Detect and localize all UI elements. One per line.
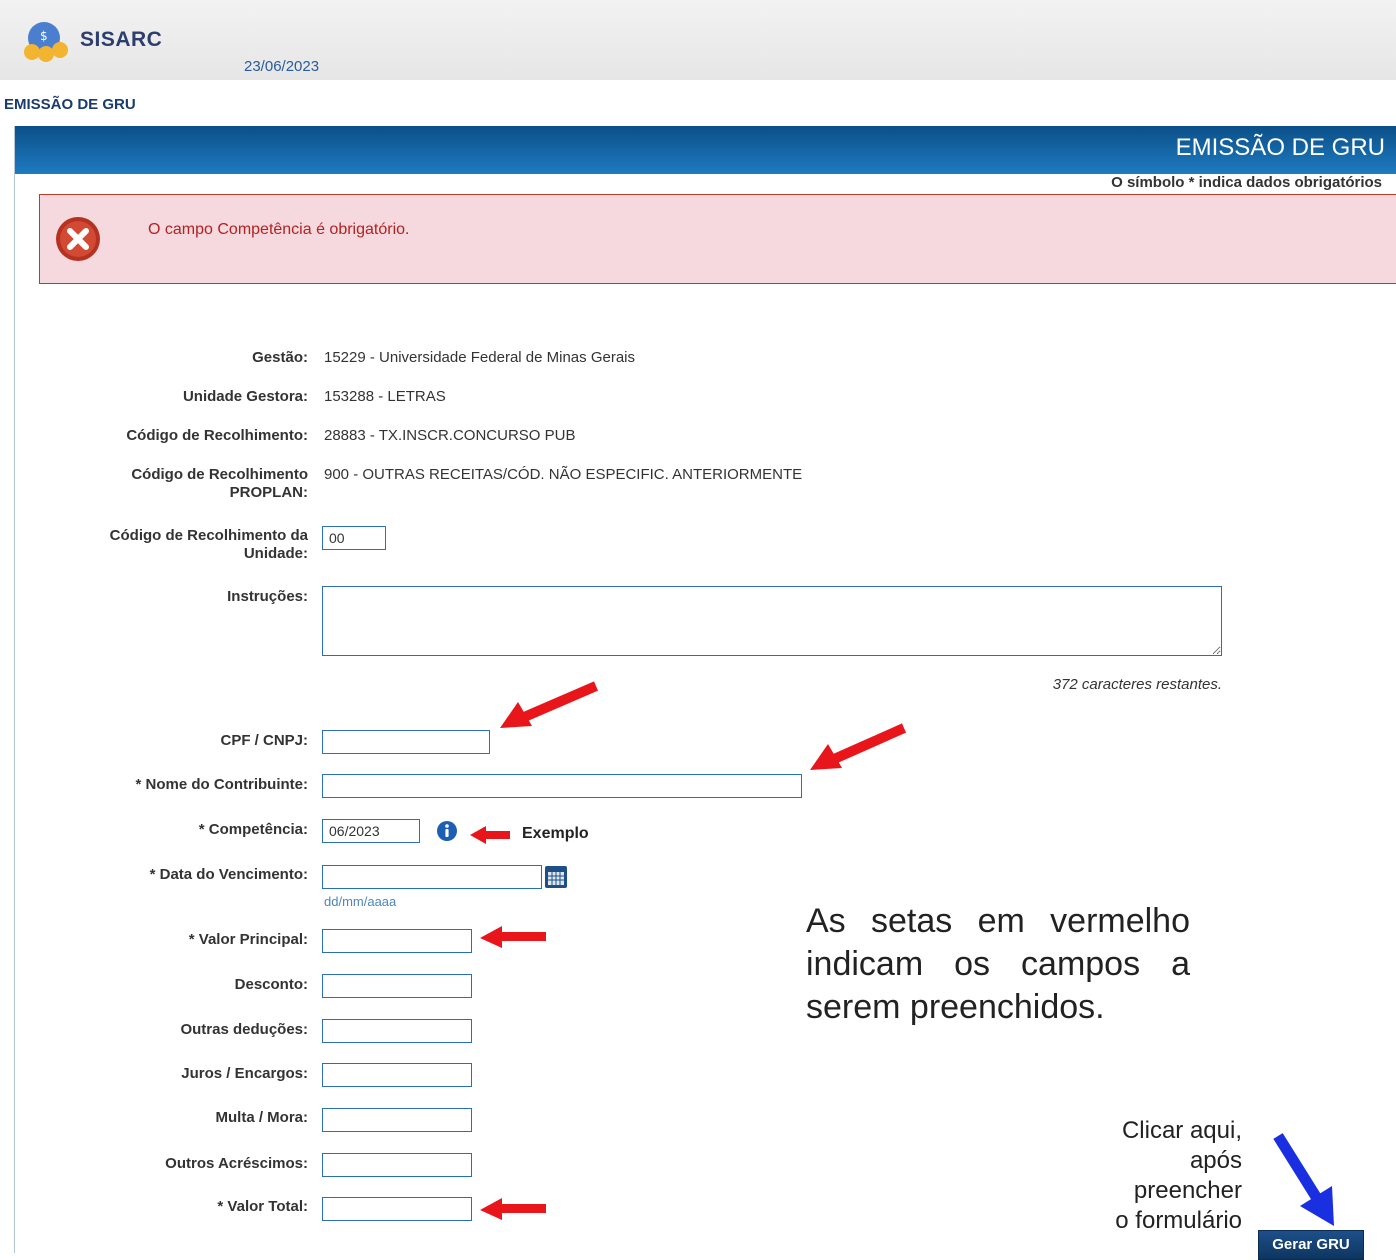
app-name: SISARC: [80, 28, 163, 51]
top-bar: $ SISARC 23/06/2023: [0, 0, 1396, 80]
desconto-input[interactable]: [322, 974, 472, 998]
cpf-cnpj-input[interactable]: [322, 730, 490, 754]
valor-total-input[interactable]: [322, 1197, 472, 1221]
juros-encargos-label: Juros / Encargos:: [181, 1065, 308, 1082]
data-vencimento-label: * Data do Vencimento:: [149, 866, 308, 883]
codigo-unidade-label-line2: Unidade:: [243, 545, 308, 562]
codigo-proplan-value: 900 - OUTRAS RECEITAS/CÓD. NÃO ESPECIFIC…: [324, 466, 803, 483]
juros-encargos-input[interactable]: [322, 1063, 472, 1087]
calendar-icon[interactable]: [544, 865, 568, 889]
instrucoes-counter: 372 caracteres restantes.: [1052, 676, 1222, 693]
click-instruction-note: Clicar aqui, após preencher o formulário: [1056, 1116, 1242, 1236]
cpf-cnpj-label: CPF / CNPJ:: [220, 732, 308, 749]
unidade-gestora-value: 153288 - LETRAS: [324, 388, 446, 405]
app-date: 23/06/2023: [244, 58, 320, 75]
multa-mora-input[interactable]: [322, 1108, 472, 1132]
svg-text:$: $: [40, 29, 48, 43]
red-arrow-cpf-icon: [500, 681, 598, 728]
red-arrow-valor-total-icon: [480, 1198, 546, 1220]
info-icon[interactable]: [436, 820, 458, 842]
codigo-unidade-label: Código de Recolhimento da Unidade:: [110, 527, 308, 563]
instrucoes-label: Instruções:: [227, 588, 308, 605]
exemplo-annotation: Exemplo: [522, 825, 589, 842]
nome-contribuinte-input[interactable]: [322, 774, 802, 798]
outras-deducoes-input[interactable]: [322, 1019, 472, 1043]
gestao-label: Gestão:: [252, 349, 308, 366]
competencia-label: * Competência:: [198, 821, 308, 838]
red-arrow-valor-principal-icon: [480, 926, 546, 948]
panel-header: EMISSÃO DE GRU: [15, 126, 1396, 174]
red-arrow-nome-icon: [810, 723, 907, 770]
data-vencimento-input[interactable]: [322, 865, 542, 889]
codigo-recolhimento-label: Código de Recolhimento:: [126, 427, 308, 444]
sisarc-logo-icon: $: [24, 22, 68, 62]
click-note-line: o formulário: [1115, 1207, 1242, 1234]
codigo-proplan-label: Código de Recolhimento PROPLAN:: [131, 466, 308, 502]
codigo-proplan-label-line2: PROPLAN:: [229, 484, 308, 501]
breadcrumb: EMISSÃO DE GRU: [4, 96, 136, 113]
gerar-gru-button[interactable]: Gerar GRU: [1258, 1230, 1364, 1260]
codigo-unidade-label-line1: Código de Recolhimento da: [109, 527, 308, 544]
error-x-icon: [56, 217, 100, 261]
codigo-recolhimento-value: 28883 - TX.INSCR.CONCURSO PUB: [324, 427, 576, 444]
outros-acrescimos-input[interactable]: [322, 1153, 472, 1177]
required-fields-note: O símbolo * indica dados obrigatórios: [1111, 174, 1382, 191]
gestao-value: 15229 - Universidade Federal de Minas Ge…: [324, 349, 635, 366]
outras-deducoes-label: Outras deduções:: [180, 1021, 308, 1038]
click-note-line: após: [1189, 1147, 1242, 1174]
click-note-line: Clicar aqui,: [1121, 1117, 1242, 1144]
codigo-proplan-label-line1: Código de Recolhimento: [131, 466, 308, 483]
fields-instruction-note: As setas em vermelho indicam os campos a…: [806, 902, 1190, 1026]
error-message-box: O campo Competência é obrigatório.: [39, 194, 1396, 284]
instrucoes-textarea[interactable]: [322, 586, 1222, 656]
multa-mora-label: Multa / Mora:: [215, 1109, 309, 1126]
valor-total-label: * Valor Total:: [217, 1198, 308, 1215]
date-format-hint: dd/mm/aaaa: [324, 894, 397, 909]
panel-title: EMISSÃO DE GRU: [1175, 134, 1385, 161]
unidade-gestora-label: Unidade Gestora:: [182, 388, 308, 405]
valor-principal-label: * Valor Principal:: [188, 931, 308, 948]
outros-acrescimos-label: Outros Acréscimos:: [165, 1155, 308, 1172]
desconto-label: Desconto:: [234, 976, 308, 993]
codigo-unidade-input[interactable]: [322, 526, 386, 550]
valor-principal-input[interactable]: [322, 929, 472, 953]
click-note-line: preencher: [1133, 1177, 1242, 1204]
error-text: O campo Competência é obrigatório.: [148, 221, 410, 238]
red-arrow-competencia-icon: [470, 826, 510, 844]
blue-arrow-button-icon: [1273, 1133, 1334, 1226]
competencia-input[interactable]: [322, 819, 420, 843]
nome-contribuinte-label: * Nome do Contribuinte:: [135, 776, 309, 793]
